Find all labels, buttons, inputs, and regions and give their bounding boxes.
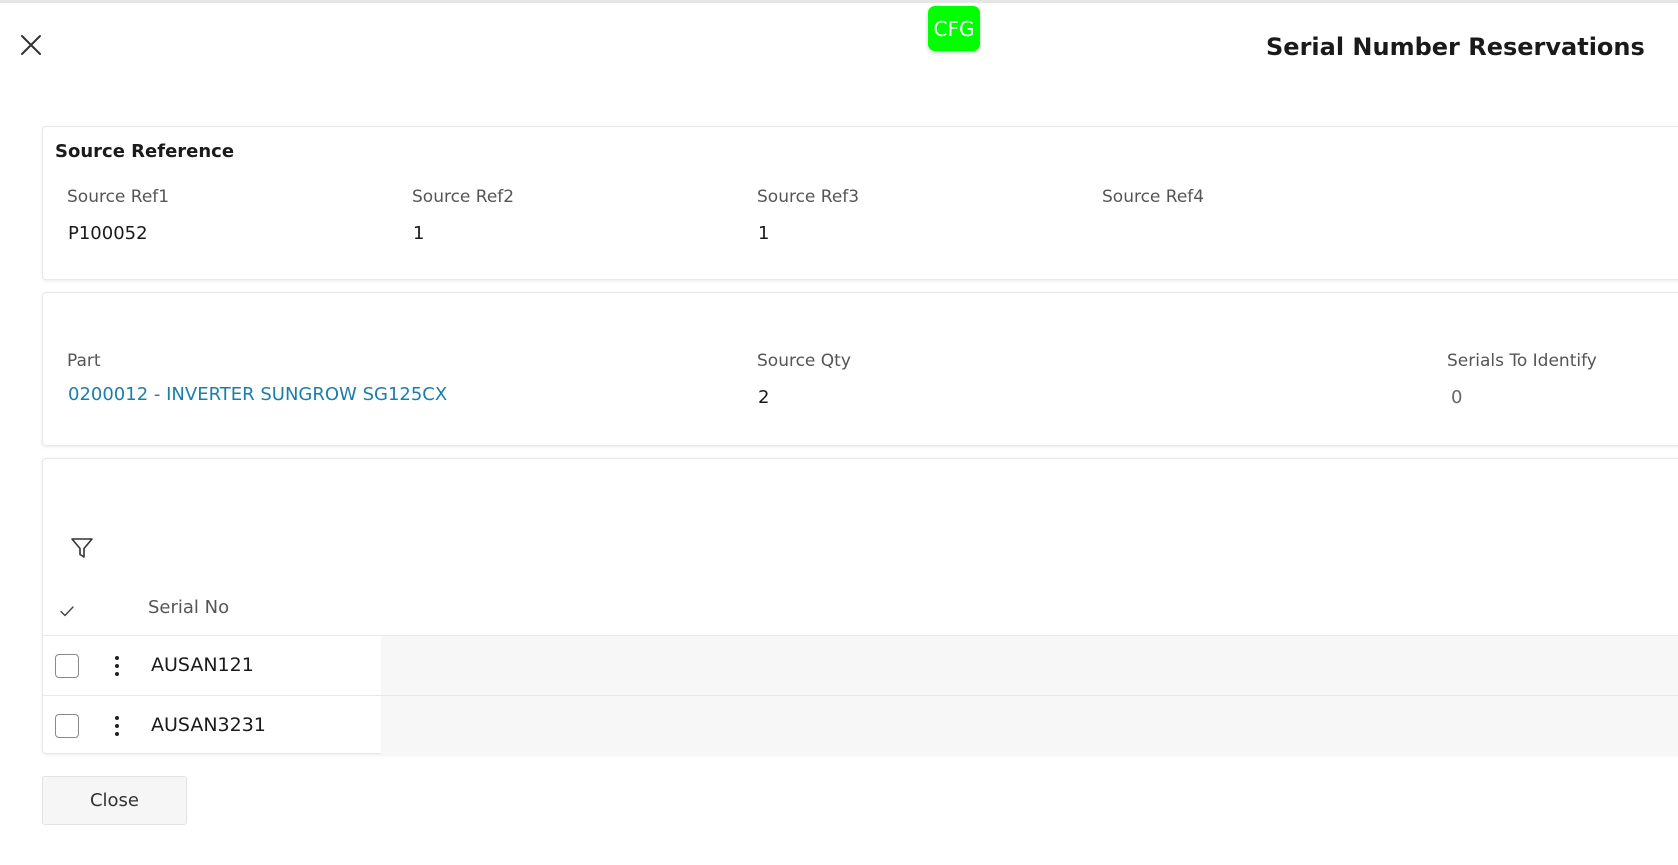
field-part: Part 0200012 - INVERTER SUNGROW SG125CX — [67, 351, 447, 405]
close-icon — [21, 35, 41, 55]
serial-no-cell: AUSAN3231 — [151, 714, 266, 736]
select-all-toggle[interactable] — [59, 603, 75, 619]
close-button[interactable]: Close — [42, 776, 187, 825]
kebab-menu-icon — [115, 716, 119, 720]
checkmark-icon — [60, 606, 74, 617]
field-serials-to-identify: Serials To Identify 0 — [1447, 351, 1597, 408]
row-checkbox[interactable] — [55, 654, 79, 678]
field-source-ref4: Source Ref4 — [1102, 187, 1204, 223]
row-fill — [381, 696, 1678, 755]
row-menu-button[interactable] — [111, 654, 123, 678]
field-label: Source Ref2 — [412, 187, 515, 207]
kebab-menu-icon — [115, 732, 119, 736]
field-label: Source Ref3 — [757, 187, 860, 207]
serial-no-cell: AUSAN121 — [151, 654, 254, 676]
serial-list-card: Serial No AUSAN121 AUSAN3231 — [42, 458, 1678, 755]
section-title-source-reference: Source Reference — [55, 141, 235, 162]
filter-button[interactable] — [69, 535, 99, 565]
field-label: Source Qty — [757, 351, 851, 371]
filter-icon — [71, 538, 93, 558]
part-card: Part 0200012 - INVERTER SUNGROW SG125CX … — [42, 292, 1678, 446]
close-dialog-button[interactable] — [18, 32, 44, 58]
kebab-menu-icon — [115, 656, 119, 660]
table-row[interactable]: AUSAN3231 — [43, 695, 1678, 755]
field-label: Part — [67, 351, 101, 371]
field-value: 2 — [758, 387, 770, 408]
field-label: Source Ref4 — [1102, 187, 1205, 207]
field-label: Serials To Identify — [1447, 351, 1597, 371]
field-label: Source Ref1 — [67, 187, 170, 207]
table-row[interactable]: AUSAN121 — [43, 635, 1678, 695]
dialog-title: Serial Number Reservations — [1266, 33, 1645, 61]
field-source-qty: Source Qty 2 — [757, 351, 851, 408]
field-source-ref2: Source Ref2 1 — [412, 187, 514, 244]
row-fill — [381, 636, 1678, 695]
field-value: P100052 — [68, 223, 148, 244]
field-source-ref3: Source Ref3 1 — [757, 187, 859, 244]
field-source-ref1: Source Ref1 P100052 — [67, 187, 169, 244]
source-reference-card: Source Reference Source Ref1 P100052 Sou… — [42, 126, 1678, 280]
kebab-menu-icon — [115, 724, 119, 728]
part-link[interactable]: 0200012 - INVERTER SUNGROW SG125CX — [68, 384, 447, 405]
field-value: 1 — [413, 223, 425, 244]
kebab-menu-icon — [115, 664, 119, 668]
field-value: 0 — [1451, 387, 1463, 408]
field-value: 1 — [758, 223, 770, 244]
top-divider — [0, 0, 1678, 3]
row-checkbox[interactable] — [55, 714, 79, 738]
kebab-menu-icon — [115, 672, 119, 676]
column-header-serial-no[interactable]: Serial No — [148, 597, 229, 618]
environment-badge: CFG — [928, 6, 980, 51]
row-menu-button[interactable] — [111, 714, 123, 738]
